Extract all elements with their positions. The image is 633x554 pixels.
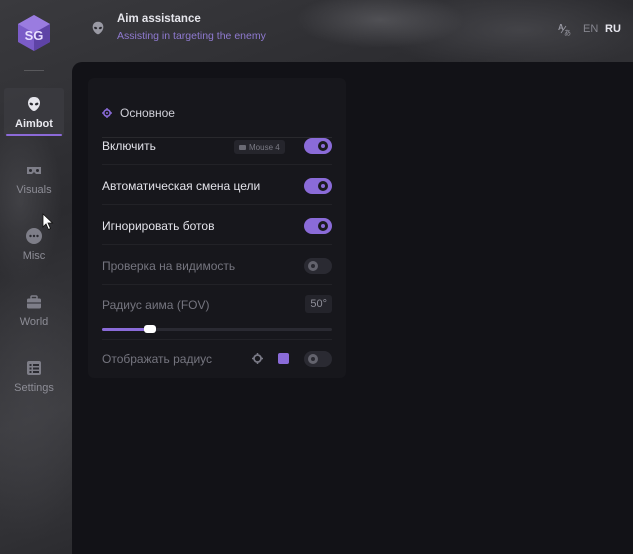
alien-icon	[28, 96, 40, 111]
setting-label: Проверка на видимость	[102, 259, 236, 273]
keyboard-icon	[239, 144, 246, 150]
fov-value[interactable]: 50°	[305, 295, 332, 313]
keybind-button[interactable]: Mouse 4	[234, 140, 285, 154]
sidebar-item-settings[interactable]: Settings	[4, 352, 64, 400]
setting-row-ignore-bots: Игнорировать ботов	[102, 207, 332, 245]
setting-row-show-radius: Отображать радиус	[102, 340, 332, 378]
briefcase-icon	[27, 294, 41, 308]
gear-icon[interactable]	[252, 353, 263, 364]
settings-panel: Основное Включить Mouse 4 Автоматическая…	[88, 78, 346, 378]
visibility-check-toggle[interactable]	[304, 258, 332, 274]
sidebar-item-label: Visuals	[16, 183, 52, 196]
ignore-bots-toggle[interactable]	[304, 218, 332, 234]
sidebar-item-misc[interactable]: Misc	[4, 220, 64, 268]
svg-text:SG: SG	[25, 28, 44, 43]
slider-fill	[102, 328, 151, 331]
auto-switch-toggle[interactable]	[304, 178, 332, 194]
color-swatch[interactable]	[278, 353, 289, 364]
mouse-cursor-icon	[42, 213, 54, 231]
sidebar: SG Aimbot Visuals Misc World Settings	[0, 0, 68, 554]
panel-header: Основное	[102, 104, 332, 122]
enable-toggle[interactable]	[304, 138, 332, 154]
sidebar-item-label: Misc	[22, 249, 46, 262]
setting-row-fov: Радиус аима (FOV) 50°	[102, 286, 332, 340]
slider-handle[interactable]	[144, 325, 157, 333]
page-subtitle: Assisting in targeting the enemy	[117, 30, 266, 42]
list-icon	[27, 360, 41, 375]
setting-row-enable: Включить Mouse 4	[102, 127, 332, 165]
language-en[interactable]: EN	[583, 23, 598, 35]
setting-label: Отображать радиус	[102, 352, 213, 366]
logo-icon: SG	[18, 15, 50, 51]
translate-icon: A あ	[558, 23, 571, 36]
setting-label: Включить	[102, 139, 156, 153]
page-header: Aim assistance Assisting in targeting th…	[90, 10, 621, 44]
setting-label: Радиус аима (FOV)	[102, 298, 210, 312]
sidebar-item-label: Settings	[14, 381, 54, 394]
main-content: Основное Включить Mouse 4 Автоматическая…	[72, 62, 633, 554]
setting-label: Игнорировать ботов	[102, 219, 215, 233]
vr-goggles-icon	[27, 166, 41, 174]
svg-text:あ: あ	[564, 29, 571, 36]
sidebar-item-visuals[interactable]: Visuals	[4, 154, 64, 202]
gear-icon	[102, 108, 112, 118]
language-ru[interactable]: RU	[605, 23, 621, 35]
show-radius-toggle[interactable]	[304, 351, 332, 367]
fov-slider[interactable]	[102, 325, 332, 333]
page-title: Aim assistance	[117, 13, 201, 25]
keybind-label: Mouse 4	[249, 142, 280, 152]
logo-divider	[24, 70, 44, 71]
sidebar-item-label: World	[19, 315, 49, 328]
more-dots-icon	[26, 227, 42, 244]
setting-row-visibility-check: Проверка на видимость	[102, 247, 332, 285]
sidebar-item-world[interactable]: World	[4, 286, 64, 334]
setting-label: Автоматическая смена цели	[102, 179, 261, 193]
sidebar-item-label: Aimbot	[15, 117, 53, 130]
alien-icon	[92, 21, 104, 35]
sidebar-item-aimbot[interactable]: Aimbot	[4, 88, 64, 136]
panel-title: Основное	[120, 106, 175, 120]
setting-row-auto-switch: Автоматическая смена цели	[102, 167, 332, 205]
